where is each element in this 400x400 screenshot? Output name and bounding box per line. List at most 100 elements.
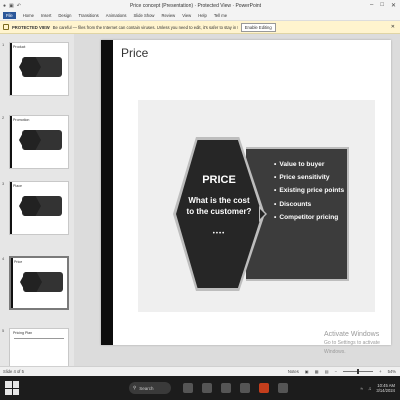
slide-editor[interactable]: Price Value to buyer Price sensitivity E… xyxy=(74,34,400,366)
mail-icon[interactable] xyxy=(240,383,250,393)
tab-view[interactable]: View xyxy=(182,13,191,18)
store-icon[interactable] xyxy=(278,383,288,393)
slide-thumbnail-3[interactable]: Place xyxy=(9,181,69,235)
slide-thumbnail-5[interactable]: Pricing Plan xyxy=(9,328,69,366)
activate-windows-watermark: Activate Windows Go to Settings to activ… xyxy=(324,330,400,357)
browser-icon[interactable] xyxy=(221,383,231,393)
smartart-bullet-list: Value to buyer Price sensitivity Existin… xyxy=(274,161,344,227)
zoom-out-icon[interactable]: − xyxy=(335,369,337,374)
shield-icon xyxy=(3,24,9,30)
thumbnail-graphic xyxy=(22,196,62,216)
protected-view-message: Be careful — files from the Internet can… xyxy=(52,24,238,30)
slide-thumbnail-4[interactable]: Price xyxy=(9,256,69,310)
task-view-icon[interactable] xyxy=(183,383,193,393)
thumbnail-graphic xyxy=(22,57,62,77)
search-icon: ⚲ xyxy=(133,385,137,390)
thumbnail-accent-bar xyxy=(10,182,12,234)
reading-view-icon[interactable]: ▤ xyxy=(325,369,329,374)
powerpoint-icon[interactable] xyxy=(259,383,269,393)
zoom-in-icon[interactable]: + xyxy=(379,369,381,374)
hexagon-question: What is the cost to the customer? xyxy=(176,195,262,217)
hexagon-question-line: to the customer? xyxy=(186,207,252,216)
slide-thumbnail-1[interactable]: Product xyxy=(9,42,69,96)
file-explorer-icon[interactable] xyxy=(202,383,212,393)
tab-tell-me[interactable]: Tell me xyxy=(214,13,227,18)
bullet-item: Competitor pricing xyxy=(274,214,344,221)
tab-design[interactable]: Design xyxy=(58,13,71,18)
thumbnail-title: Price xyxy=(14,260,23,264)
tab-home[interactable]: Home xyxy=(23,13,34,18)
system-tray: ≈ ♫ 10:45 AM 3/14/2024 xyxy=(361,383,400,393)
volume-icon[interactable]: ♫ xyxy=(368,386,371,391)
protected-view-label: PROTECTED VIEW xyxy=(12,24,50,30)
windows-start-icon[interactable] xyxy=(5,381,19,395)
status-bar-right: Notes ▣ ▦ ▤ − + 54% xyxy=(288,369,400,374)
clock-date: 3/14/2024 xyxy=(376,388,395,393)
taskbar: ⚲ Search ≈ ♫ 10:45 AM 3/14/2024 xyxy=(0,376,400,400)
thumbnail-graphic xyxy=(22,130,62,150)
clock[interactable]: 10:45 AM 3/14/2024 xyxy=(376,383,395,393)
slide-accent-bar xyxy=(101,40,113,345)
taskbar-apps xyxy=(183,383,288,393)
zoom-level[interactable]: 54% xyxy=(388,369,396,374)
slide-sorter-icon[interactable]: ▦ xyxy=(315,369,319,374)
tab-animations[interactable]: Animations xyxy=(106,13,127,18)
title-bar: ● ▣ ↶ Price concept (Presentation) · Pro… xyxy=(0,0,400,11)
window-title: Price concept (Presentation) · Protected… xyxy=(129,2,262,9)
window-controls: – □ ✕ xyxy=(370,2,400,9)
thumbnail-number: 1 xyxy=(2,42,5,47)
bullet-item: Price sensitivity xyxy=(274,174,344,181)
watermark-subtitle: Go to Settings to activate Windows. xyxy=(324,340,380,355)
notes-button[interactable]: Notes xyxy=(288,369,299,374)
maximize-icon[interactable]: □ xyxy=(380,2,384,9)
close-icon[interactable]: ✕ xyxy=(391,2,396,9)
slide-canvas[interactable]: Price Value to buyer Price sensitivity E… xyxy=(101,40,391,345)
slide-counter: Slide 4 of 5 xyxy=(3,369,24,374)
status-bar: Slide 4 of 5 Notes ▣ ▦ ▤ − + 54% xyxy=(0,366,400,376)
protected-view-bar: PROTECTED VIEW Be careful — files from t… xyxy=(0,21,400,34)
bullet-item: Discounts xyxy=(274,201,344,208)
thumbnail-accent-bar xyxy=(10,116,12,168)
chevron-right-icon xyxy=(259,206,267,222)
zoom-slider[interactable] xyxy=(343,369,374,374)
tab-help[interactable]: Help xyxy=(198,13,207,18)
tab-transitions[interactable]: Transitions xyxy=(78,13,98,18)
close-icon[interactable]: ✕ xyxy=(391,24,395,30)
search-label: Search xyxy=(139,385,154,391)
tab-file[interactable]: File xyxy=(3,12,16,19)
smartart-hexagon[interactable]: PRICE What is the cost to the customer? … xyxy=(173,137,265,291)
normal-view-icon[interactable]: ▣ xyxy=(305,369,309,374)
watermark-title: Activate Windows xyxy=(324,331,380,338)
bullet-item: Value to buyer xyxy=(274,161,344,168)
tab-insert[interactable]: Insert xyxy=(41,13,51,18)
thumbnail-number: 4 xyxy=(2,256,5,261)
slide-thumbnail-panel[interactable]: 1 Product 2 Promotion 3 Place 4 Price 5 … xyxy=(0,34,74,366)
thumbnail-number: 2 xyxy=(2,115,5,120)
slide-thumbnail-2[interactable]: Promotion xyxy=(9,115,69,169)
thumbnail-title: Product xyxy=(13,45,26,49)
ribbon-tabs: File Home Insert Design Transitions Anim… xyxy=(0,11,400,21)
thumbnail-number: 5 xyxy=(2,328,5,333)
enable-editing-button[interactable]: Enable Editing xyxy=(240,22,276,32)
minimize-icon[interactable]: – xyxy=(370,2,373,9)
tab-slide-show[interactable]: Slide Show xyxy=(134,13,155,18)
hexagon-question-line: What is the cost xyxy=(188,196,250,205)
hexagon-dots: •••• xyxy=(212,231,226,237)
thumbnail-text-line xyxy=(14,338,64,339)
tab-review[interactable]: Review xyxy=(161,13,175,18)
slide-title[interactable]: Price xyxy=(121,46,148,60)
thumbnail-graphic xyxy=(23,272,63,292)
quick-access-toolbar: ● ▣ ↶ xyxy=(0,3,21,9)
wifi-icon[interactable]: ≈ xyxy=(361,386,363,391)
thumbnail-title: Pricing Plan xyxy=(13,331,33,335)
bullet-item: Existing price points xyxy=(274,187,344,194)
thumbnail-number: 3 xyxy=(2,181,5,186)
thumbnail-accent-bar xyxy=(11,258,13,308)
save-icon[interactable]: ▣ xyxy=(9,3,14,9)
hexagon-heading: PRICE xyxy=(202,174,236,186)
thumbnail-accent-bar xyxy=(10,43,12,95)
thumbnail-title: Promotion xyxy=(13,118,30,122)
taskbar-search[interactable]: ⚲ Search xyxy=(129,382,171,394)
thumbnail-title: Place xyxy=(13,184,22,188)
autosave-icon[interactable]: ● xyxy=(3,3,6,9)
